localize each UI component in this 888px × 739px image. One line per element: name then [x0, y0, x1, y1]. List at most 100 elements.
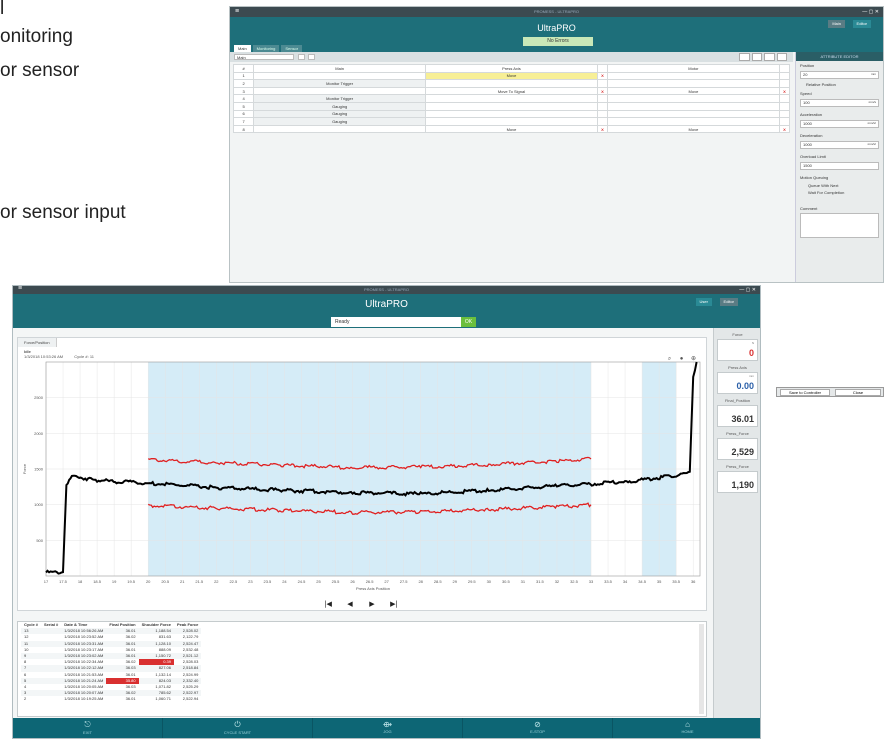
- subtab-monitoring[interactable]: Monitoring: [252, 45, 280, 52]
- sequence-cell[interactable]: [606, 109, 780, 119]
- grid-column-header[interactable]: Serial #: [41, 622, 61, 628]
- sequence-cell[interactable]: [425, 79, 598, 88]
- tab-main-user[interactable]: Main: [828, 20, 845, 28]
- sequence-cell[interactable]: X: [596, 71, 608, 81]
- sequence-cell[interactable]: 1: [232, 71, 255, 81]
- grid-column-header[interactable]: Peak Force: [174, 622, 201, 628]
- sequence-cell[interactable]: Move To Signal: [425, 86, 598, 96]
- speed-input[interactable]: 100 mm/s: [800, 99, 879, 107]
- settings-button[interactable]: [308, 54, 315, 60]
- subtab-main[interactable]: Main: [234, 45, 251, 52]
- sequence-cell[interactable]: 4: [232, 94, 255, 103]
- save-to-controller-button[interactable]: Save to Controller: [780, 389, 830, 396]
- sequence-cell[interactable]: [606, 94, 780, 103]
- sequence-cell[interactable]: [253, 71, 427, 81]
- sequence-row[interactable]: 3 Move To Signal X Move X: [232, 86, 791, 96]
- deceleration-input[interactable]: 1000 mm/s²: [800, 141, 879, 149]
- sequence-cell[interactable]: 8: [232, 124, 255, 134]
- sequence-cell[interactable]: [606, 117, 780, 126]
- sequence-select[interactable]: Main: [234, 54, 294, 60]
- home-button[interactable]: ⌂ HOME: [613, 718, 760, 738]
- sequence-cell[interactable]: [778, 94, 791, 103]
- sequence-cell[interactable]: 3: [232, 86, 255, 96]
- sequence-cell[interactable]: [596, 117, 608, 126]
- sequence-cell[interactable]: Gauging: [253, 117, 427, 126]
- play-button[interactable]: ▶: [369, 600, 375, 608]
- sequence-cell[interactable]: 6: [232, 109, 255, 119]
- sequence-row[interactable]: 6 Gauging: [232, 109, 791, 119]
- delete-icon[interactable]: [776, 53, 787, 61]
- acceleration-input[interactable]: 1000 mm/s²: [800, 120, 879, 128]
- sequence-row[interactable]: 5 Gauging: [232, 101, 791, 111]
- sequence-cell[interactable]: [778, 117, 791, 126]
- sequence-cell[interactable]: [425, 94, 598, 103]
- e-stop-button[interactable]: ⊘ E-STOP: [463, 718, 613, 738]
- queue-with-next-option[interactable]: Queue With Next: [796, 182, 883, 189]
- skip-end-button[interactable]: ▶|: [390, 600, 398, 608]
- sequence-cell[interactable]: X: [596, 124, 608, 134]
- window-controls[interactable]: — ▢ ✕: [862, 7, 879, 17]
- sequence-cell[interactable]: [596, 79, 608, 88]
- insert-icon[interactable]: [764, 53, 775, 61]
- sequence-cell[interactable]: Move: [425, 124, 598, 134]
- grid-column-header[interactable]: Final Position: [106, 622, 138, 628]
- sequence-cell[interactable]: [596, 109, 608, 119]
- overload-input[interactable]: 1500: [800, 162, 879, 170]
- sequence-cell[interactable]: [253, 124, 427, 134]
- sequence-cell[interactable]: X: [778, 86, 791, 96]
- comment-input[interactable]: [800, 213, 879, 238]
- exit-button[interactable]: ⎋ EXIT: [13, 718, 163, 738]
- sequence-cell[interactable]: [425, 109, 598, 119]
- sequence-row[interactable]: 8 Move X Move X: [232, 124, 791, 134]
- tab-user[interactable]: User: [695, 298, 712, 306]
- chart-tab[interactable]: Force/Position: [18, 338, 57, 347]
- sequence-cell[interactable]: [596, 94, 608, 103]
- sequence-cell[interactable]: [425, 101, 598, 111]
- sequence-cell[interactable]: X: [778, 124, 791, 134]
- sequence-row[interactable]: 7 Gauging: [232, 117, 791, 126]
- sequence-row[interactable]: 1 Move X: [232, 71, 791, 81]
- sequence-cell[interactable]: 2: [232, 79, 255, 88]
- jog-button[interactable]: ⟴ JOG: [313, 718, 463, 738]
- sequence-cell[interactable]: X: [596, 86, 608, 96]
- add-button[interactable]: [298, 54, 305, 60]
- sequence-cell[interactable]: [778, 79, 791, 88]
- sequence-cell[interactable]: Gauging: [253, 109, 427, 119]
- sequence-cell[interactable]: [606, 71, 780, 81]
- step-back-button[interactable]: ◀: [347, 600, 353, 608]
- tab-editor[interactable]: Editor: [852, 20, 871, 28]
- relative-position-checkbox[interactable]: Relative Position: [796, 82, 883, 89]
- grid-scrollbar[interactable]: [699, 624, 704, 714]
- sequence-cell[interactable]: Move: [606, 124, 780, 134]
- sequence-cell[interactable]: [606, 79, 780, 88]
- grid-column-header[interactable]: Cycle #: [21, 622, 41, 628]
- paste-icon[interactable]: [751, 53, 762, 61]
- position-input[interactable]: 20 mm: [800, 71, 879, 79]
- sequence-cell[interactable]: 7: [232, 117, 255, 126]
- tab-editor[interactable]: Editor: [719, 298, 738, 306]
- cycle-start-button[interactable]: ⏻ CYCLE START: [163, 718, 313, 738]
- sequence-cell[interactable]: [253, 86, 427, 96]
- sequence-cell[interactable]: [778, 71, 791, 81]
- sequence-cell[interactable]: Move: [606, 86, 780, 96]
- close-button[interactable]: Close: [835, 389, 881, 396]
- sequence-cell[interactable]: 5: [232, 101, 255, 111]
- table-row[interactable]: 2 1/3/2018 10:19:25 AM 36.01 1,060.71 2,522.…: [21, 696, 201, 702]
- sequence-cell[interactable]: [425, 117, 598, 126]
- sequence-cell[interactable]: [596, 101, 608, 111]
- sequence-cell[interactable]: Monitor Trigger: [253, 79, 427, 88]
- grid-column-header[interactable]: Shoulder Force: [139, 622, 174, 628]
- sequence-cell[interactable]: Move: [425, 71, 598, 81]
- sequence-cell[interactable]: [778, 109, 791, 119]
- copy-icon[interactable]: [739, 53, 750, 61]
- skip-start-button[interactable]: |◀: [324, 600, 332, 608]
- sequence-row[interactable]: 2 Monitor Trigger: [232, 79, 791, 88]
- sequence-cell[interactable]: [606, 101, 780, 111]
- subtab-sensor[interactable]: Sensor: [281, 45, 303, 52]
- sequence-cell[interactable]: Monitor Trigger: [253, 94, 427, 103]
- sequence-cell[interactable]: Gauging: [253, 101, 427, 111]
- wait-for-completion-option[interactable]: Wait For Completion: [796, 189, 883, 196]
- sequence-cell[interactable]: [778, 101, 791, 111]
- window-controls[interactable]: — ▢ ✕: [739, 286, 756, 294]
- sequence-row[interactable]: 4 Monitor Trigger: [232, 94, 791, 103]
